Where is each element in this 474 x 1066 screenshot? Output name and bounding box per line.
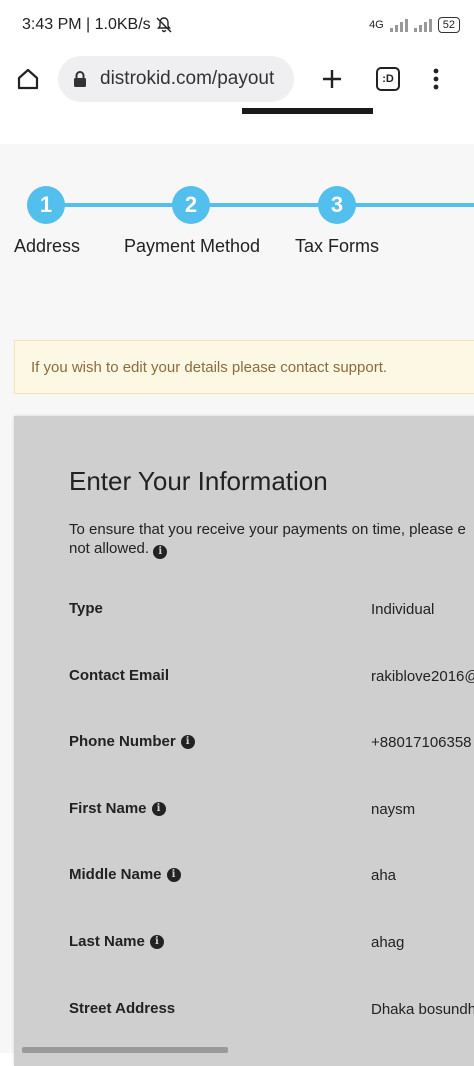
- field-label-text: Street Address: [69, 1000, 176, 1017]
- field-label-text: Contact Email: [69, 667, 170, 684]
- status-time: 3:43 PM | 1.0KB/s: [22, 16, 151, 33]
- progress-stepper: 1 2 3 Address Payment Method Tax Forms: [0, 184, 474, 274]
- payout-page: 1 2 3 Address Payment Method Tax Forms I…: [0, 144, 474, 1066]
- url-text: distrokid.com/payout: [100, 68, 275, 89]
- info-icon[interactable]: i: [153, 544, 168, 559]
- field-row-first-name: First Name i naysm: [69, 800, 474, 824]
- home-button[interactable]: [0, 50, 56, 108]
- signal-strength-icon-2: [413, 18, 432, 32]
- field-label: Type: [69, 600, 103, 617]
- information-card: Enter Your Information To ensure that yo…: [14, 416, 474, 1066]
- stepper-line: [46, 203, 474, 207]
- field-value: aha: [371, 867, 397, 884]
- form-description: To ensure that you receive your payments…: [69, 520, 474, 559]
- field-row-phone-number: Phone Number i +88017106358: [69, 733, 474, 757]
- field-label-text: Middle Name: [69, 866, 162, 883]
- field-label: Phone Number i: [69, 733, 195, 750]
- field-row-last-name: Last Name i ahag: [69, 933, 474, 957]
- field-row-type: Type Individual: [69, 600, 474, 624]
- step-label-tax-forms: Tax Forms: [294, 236, 380, 256]
- field-value: Dhaka bosundh: [371, 1001, 474, 1018]
- step-label-payment-method: Payment Method: [123, 236, 261, 256]
- step-circle-2[interactable]: 2: [172, 186, 210, 224]
- header-image-edge: [242, 108, 373, 114]
- field-label: Middle Name i: [69, 866, 181, 883]
- field-row-contact-email: Contact Email rakiblove2016@: [69, 667, 474, 691]
- field-label-text: Type: [69, 600, 103, 617]
- new-tab-button[interactable]: [304, 50, 360, 108]
- status-time-group: 3:43 PM | 1.0KB/s: [22, 16, 173, 34]
- battery-icon: 52: [437, 17, 460, 33]
- field-value: +88017106358: [371, 734, 472, 751]
- step-number: 1: [39, 192, 53, 217]
- horizontal-scrollbar[interactable]: [22, 1047, 228, 1053]
- info-icon[interactable]: i: [149, 934, 164, 949]
- field-label-text: First Name: [69, 800, 147, 817]
- site-info-icon: [74, 71, 86, 87]
- step-label-address: Address: [13, 236, 81, 256]
- notifications-muted-icon: [156, 17, 172, 33]
- address-bar[interactable]: distrokid.com/payout: [58, 56, 294, 102]
- info-icon[interactable]: i: [151, 801, 166, 816]
- step-number: 3: [330, 192, 344, 217]
- field-value: Individual: [371, 601, 435, 618]
- notice-text: If you wish to edit your details please …: [31, 358, 388, 376]
- step-circle-3[interactable]: 3: [318, 186, 356, 224]
- step-number: 2: [184, 192, 198, 217]
- field-label-text: Phone Number: [69, 733, 176, 750]
- browser-toolbar: distrokid.com/payout :D: [0, 50, 474, 108]
- more-vert-icon: [433, 68, 439, 90]
- field-row-middle-name: Middle Name i aha: [69, 866, 474, 890]
- status-indicators: 4G 52: [369, 17, 460, 33]
- plus-icon: [323, 70, 341, 88]
- form-title: Enter Your Information: [69, 466, 328, 496]
- field-label: Last Name i: [69, 933, 164, 950]
- form-description-text: To ensure that you receive your payments…: [69, 521, 466, 557]
- tab-switcher-button[interactable]: :D: [360, 50, 416, 108]
- status-bar: 3:43 PM | 1.0KB/s 4G 52: [0, 0, 474, 50]
- tab-count: :D: [382, 73, 394, 85]
- network-type-label: 4G: [369, 19, 384, 31]
- field-label: Contact Email: [69, 667, 169, 684]
- battery-level: 52: [442, 18, 455, 31]
- field-label: Street Address: [69, 1000, 175, 1017]
- browser-menu-button[interactable]: [416, 50, 456, 108]
- edit-details-notice: If you wish to edit your details please …: [14, 340, 474, 394]
- field-label: First Name i: [69, 800, 166, 817]
- step-circle-1[interactable]: 1: [27, 186, 65, 224]
- field-value: ahag: [371, 934, 405, 951]
- info-icon[interactable]: i: [166, 867, 181, 882]
- field-value: naysm: [371, 801, 416, 818]
- field-value: rakiblove2016@: [371, 668, 474, 685]
- home-icon: [17, 68, 39, 90]
- field-label-text: Last Name: [69, 933, 145, 950]
- field-row-street-address: Street Address Dhaka bosundh: [69, 1000, 474, 1024]
- signal-strength-icon: [389, 18, 408, 32]
- page-header-strip: [0, 108, 474, 144]
- tab-switcher-icon: :D: [376, 67, 400, 91]
- info-icon[interactable]: i: [180, 734, 195, 749]
